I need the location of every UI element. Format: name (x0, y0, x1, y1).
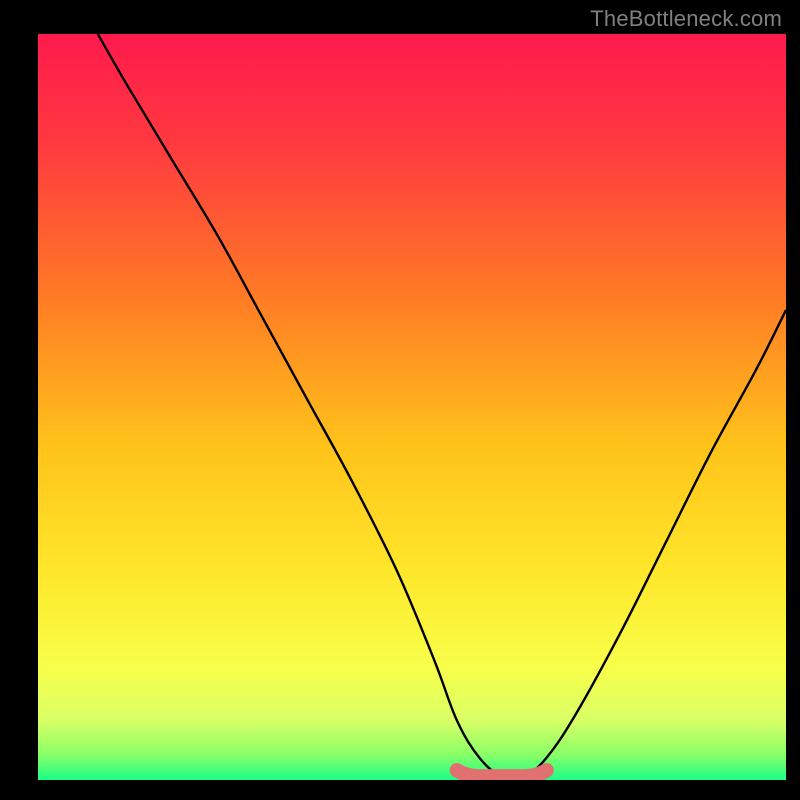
frame-border (0, 780, 800, 800)
frame-border (0, 0, 38, 800)
watermark-text: TheBottleneck.com (590, 6, 782, 32)
valley-marker (457, 770, 547, 776)
plot-background (38, 34, 786, 780)
frame-border (786, 0, 800, 800)
bottleneck-chart (0, 0, 800, 800)
chart-frame: TheBottleneck.com (0, 0, 800, 800)
